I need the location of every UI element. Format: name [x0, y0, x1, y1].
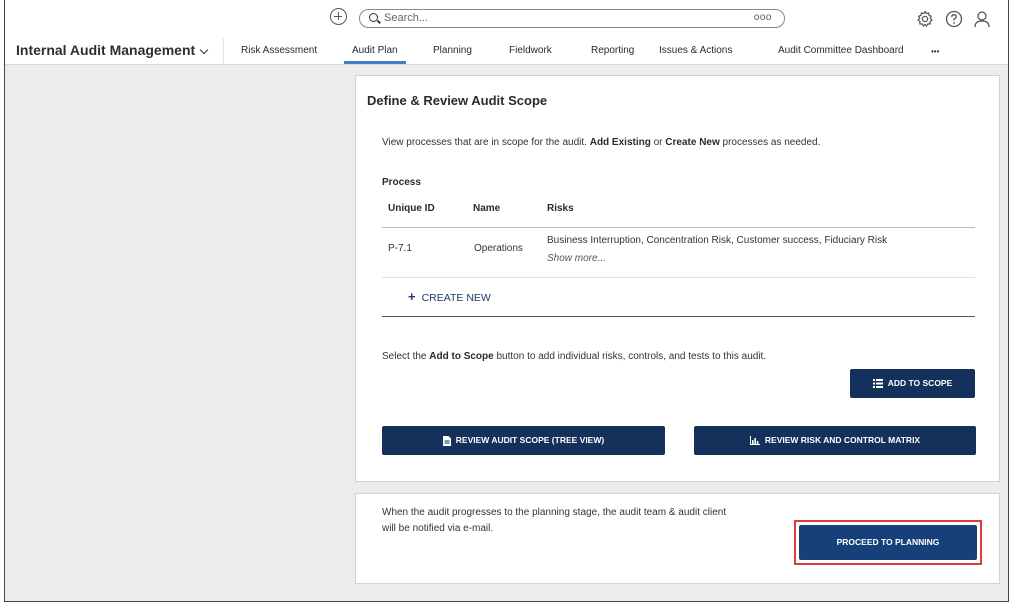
- search-options-icon[interactable]: ooo: [754, 12, 772, 23]
- tab-reporting[interactable]: Reporting: [591, 45, 634, 56]
- table-header: Unique ID Name Risks: [382, 192, 975, 228]
- review-risk-control-matrix-button[interactable]: REVIEW RISK AND CONTROL MATRIX: [694, 426, 976, 455]
- tab-audit-plan[interactable]: Audit Plan: [344, 45, 406, 64]
- note-line: When the audit progresses to the plannin…: [382, 507, 727, 518]
- cell-name: Operations: [474, 243, 523, 254]
- help-icon[interactable]: [945, 10, 963, 28]
- chart-icon: [749, 436, 760, 446]
- plus-icon: +: [408, 289, 416, 304]
- add-to-scope-label: ADD TO SCOPE: [887, 378, 953, 388]
- table-row[interactable]: P-7.1 Operations Business Interruption, …: [382, 228, 975, 278]
- scope-description: View processes that are in scope for the…: [382, 137, 820, 148]
- process-heading: Process: [382, 177, 421, 188]
- tab-planning[interactable]: Planning: [433, 45, 472, 56]
- tab-fieldwork[interactable]: Fieldwork: [509, 45, 552, 56]
- column-unique-id[interactable]: Unique ID: [388, 203, 435, 214]
- desc-text: or: [650, 137, 666, 148]
- main-content: Define & Review Audit Scope View process…: [5, 65, 1008, 601]
- search-icon: [369, 13, 378, 22]
- create-new-label: CREATE NEW: [421, 292, 491, 304]
- desc-text: View processes that are in scope for the…: [382, 137, 590, 148]
- proceed-to-planning-button[interactable]: PROCEED TO PLANNING: [799, 525, 977, 560]
- cell-unique-id: P-7.1: [388, 243, 412, 254]
- module-title[interactable]: Internal Audit Management: [16, 42, 195, 58]
- column-name[interactable]: Name: [473, 203, 500, 214]
- top-bar: Search... ooo: [5, 0, 1008, 39]
- create-new-button[interactable]: + CREATE NEW: [408, 289, 491, 304]
- instruction-text: button to add individual risks, controls…: [493, 351, 767, 362]
- column-risks[interactable]: Risks: [547, 203, 574, 214]
- tab-audit-committee-dashboard[interactable]: Audit Committee Dashboard: [778, 45, 904, 56]
- show-more-link[interactable]: Show more...: [547, 253, 606, 264]
- user-icon[interactable]: [973, 10, 991, 28]
- tab-issues-actions[interactable]: Issues & Actions: [659, 45, 732, 56]
- main-navigation: Internal Audit Management Risk Assessmen…: [5, 38, 1008, 65]
- list-icon: [872, 379, 883, 389]
- chevron-down-icon[interactable]: [199, 45, 209, 55]
- tab-risk-assessment[interactable]: Risk Assessment: [241, 45, 317, 56]
- app-window: Search... ooo Internal Audit Management …: [4, 0, 1009, 602]
- scope-instruction: Select the Add to Scope button to add in…: [382, 351, 766, 362]
- proceed-card: When the audit progresses to the plannin…: [355, 493, 1000, 584]
- create-new-text: Create New: [665, 137, 720, 148]
- divider: [382, 316, 975, 317]
- note-line: will be notified via e-mail.: [382, 523, 494, 534]
- plus-circle-icon[interactable]: [330, 8, 347, 25]
- nav-divider: [223, 38, 224, 64]
- desc-text: processes as needed.: [719, 137, 821, 148]
- instruction-text: Select the: [382, 351, 430, 362]
- add-existing-text: Add Existing: [589, 137, 651, 148]
- gear-icon[interactable]: [916, 10, 934, 28]
- add-to-scope-button[interactable]: ADD TO SCOPE: [850, 369, 975, 398]
- audit-scope-card: Define & Review Audit Scope View process…: [355, 75, 1000, 482]
- card-title: Define & Review Audit Scope: [367, 93, 548, 108]
- planning-note: When the audit progresses to the plannin…: [382, 505, 782, 537]
- more-tabs-icon[interactable]: •••: [931, 47, 939, 56]
- search-placeholder: Search...: [384, 12, 429, 24]
- add-to-scope-text: Add to Scope: [429, 351, 494, 362]
- document-icon: [442, 435, 451, 446]
- review-matrix-label: REVIEW RISK AND CONTROL MATRIX: [764, 435, 921, 445]
- search-input[interactable]: Search... ooo: [359, 9, 785, 28]
- cell-risks: Business Interruption, Concentration Ris…: [547, 235, 888, 246]
- review-audit-scope-tree-button[interactable]: REVIEW AUDIT SCOPE (TREE VIEW): [382, 426, 665, 455]
- review-tree-label: REVIEW AUDIT SCOPE (TREE VIEW): [455, 435, 605, 445]
